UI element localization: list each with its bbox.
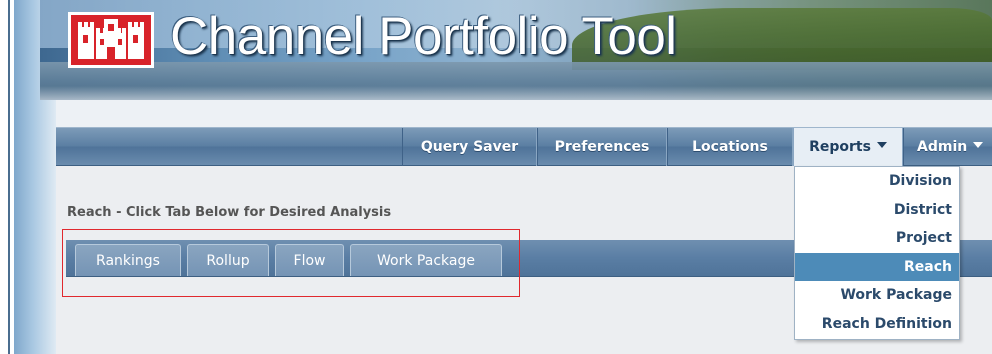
- header-gap: [56, 100, 992, 127]
- app-title: Channel Portfolio Tool: [170, 7, 677, 66]
- nav-reports[interactable]: Reports: [793, 128, 903, 166]
- menu-item-reach[interactable]: Reach: [795, 252, 959, 281]
- nav-locations[interactable]: Locations: [667, 128, 793, 166]
- nav-preferences[interactable]: Preferences: [537, 128, 667, 166]
- left-edge: [0, 0, 14, 354]
- caret-down-icon: [973, 142, 984, 148]
- section-title: Reach - Click Tab Below for Desired Anal…: [67, 205, 392, 220]
- reports-dropdown-menu: Division District Project Reach Work Pac…: [794, 166, 960, 340]
- menu-item-division[interactable]: Division: [795, 167, 959, 196]
- nav-admin[interactable]: Admin: [903, 128, 992, 166]
- menu-item-project[interactable]: Project: [795, 224, 959, 253]
- menu-item-work-package[interactable]: Work Package: [795, 281, 959, 310]
- castle-icon: [68, 12, 154, 68]
- nav-admin-label: Admin: [917, 139, 968, 155]
- top-nav-bar: Query Saver Preferences Locations Report…: [56, 127, 992, 166]
- nav-reports-label: Reports: [809, 139, 871, 155]
- caret-down-icon: [876, 142, 887, 148]
- menu-item-reach-definition[interactable]: Reach Definition: [795, 310, 959, 339]
- menu-item-district[interactable]: District: [795, 196, 959, 225]
- nav-query-saver[interactable]: Query Saver: [402, 128, 537, 166]
- tab-highlight-annotation: [62, 229, 520, 297]
